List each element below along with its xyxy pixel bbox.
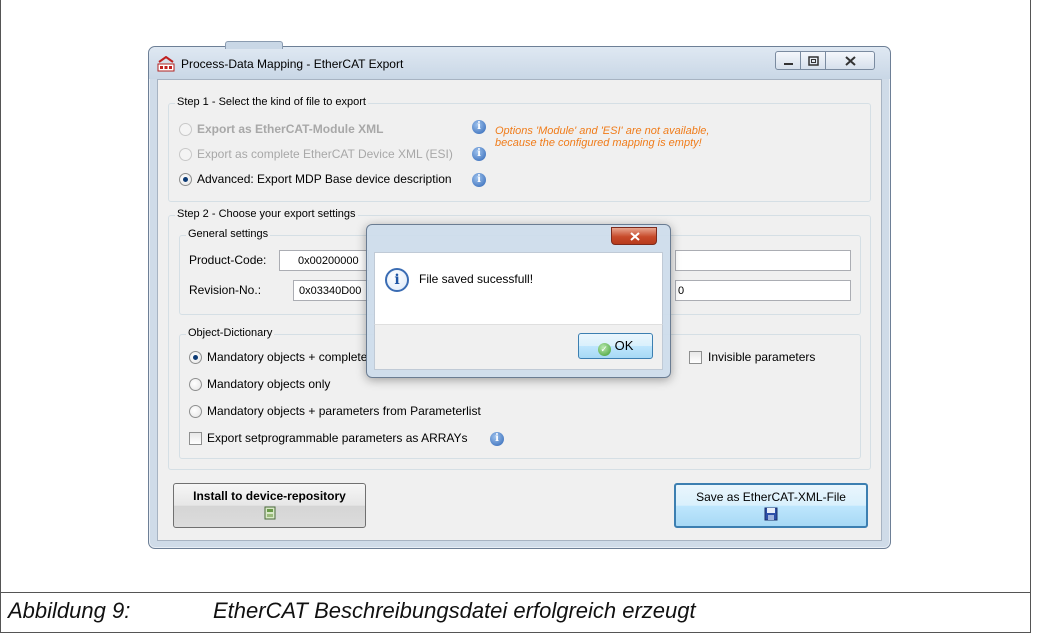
info-icon-arrays[interactable]: i [490, 432, 504, 446]
revision-field[interactable]: 0x03340D00 [293, 280, 369, 301]
caption-label: Abbildung 9: [8, 598, 131, 623]
step1-group: Step 1 - Select the kind of file to expo… [168, 96, 871, 202]
warning-text-line1: Options 'Module' and 'ESI' are not avail… [495, 125, 710, 137]
information-icon: i [385, 268, 409, 292]
save-xml-button-label: Save as EtherCAT-XML-File [696, 490, 846, 504]
floppy-disk-icon [764, 507, 778, 521]
dialog-body: i File saved sucessfull! [374, 252, 663, 324]
warning-text-line2: because the configured mapping is empty! [495, 137, 702, 149]
product-name-field[interactable] [675, 250, 851, 271]
radio-module-xml[interactable] [179, 123, 192, 136]
revision-extra-field[interactable]: 0 [675, 280, 851, 301]
save-xml-button[interactable]: Save as EtherCAT-XML-File [674, 483, 868, 528]
maximize-icon [808, 56, 819, 66]
figure-caption: Abbildung 9: EtherCAT Beschreibungsdatei … [8, 598, 696, 624]
caption-text: EtherCAT Beschreibungsdatei erfolgreich … [213, 598, 696, 623]
install-button[interactable]: Install to device-repository [173, 483, 366, 528]
ok-button[interactable]: ✓ OK [578, 333, 653, 359]
invisible-parameters-label: Invisible parameters [708, 350, 816, 364]
info-icon-device[interactable]: i [472, 147, 486, 161]
option-mandatory-complete-label: Mandatory objects + complete [207, 350, 368, 364]
export-arrays-checkbox[interactable] [189, 432, 202, 445]
info-icon-module[interactable]: i [472, 120, 486, 134]
window-title: Process-Data Mapping - EtherCAT Export [181, 57, 404, 71]
invisible-parameters-checkbox[interactable] [689, 351, 702, 364]
maximize-button[interactable] [800, 51, 826, 70]
object-dictionary-label: Object-Dictionary [186, 327, 275, 339]
revision-label: Revision-No.: [189, 283, 262, 297]
install-button-label: Install to device-repository [193, 489, 346, 503]
radio-mandatory-complete[interactable] [189, 351, 202, 364]
option-module-xml-label: Export as EtherCAT-Module XML [197, 122, 384, 136]
radio-mandatory-only[interactable] [189, 378, 202, 391]
product-code-label: Product-Code: [189, 253, 267, 267]
app-icon [157, 56, 175, 72]
close-button[interactable] [825, 51, 875, 70]
radio-device-xml[interactable] [179, 148, 192, 161]
ok-button-label: OK [614, 338, 634, 353]
option-device-xml-label: Export as complete EtherCAT Device XML (… [197, 147, 453, 161]
window-tab [225, 41, 283, 49]
radio-mandatory-parameters[interactable] [189, 405, 202, 418]
option-mandatory-parameters-label: Mandatory objects + parameters from Para… [207, 404, 481, 418]
close-icon [845, 56, 856, 66]
general-settings-label: General settings [186, 228, 271, 240]
step1-label: Step 1 - Select the kind of file to expo… [175, 96, 368, 108]
option-mandatory-only-label: Mandatory objects only [207, 377, 331, 391]
message-dialog: i File saved sucessfull! ✓ OK [366, 224, 671, 378]
close-icon [630, 232, 640, 241]
export-arrays-label: Export setprogrammable parameters as ARR… [207, 431, 468, 445]
product-code-field[interactable]: 0x00200000 [279, 250, 369, 271]
repository-icon [264, 506, 275, 520]
dialog-close-button[interactable] [611, 227, 657, 245]
dialog-message: File saved sucessfull! [419, 272, 534, 286]
title-bar[interactable]: Process-Data Mapping - EtherCAT Export [149, 41, 890, 79]
minimize-icon [784, 63, 793, 65]
dialog-footer: ✓ OK [374, 324, 663, 370]
info-icon-mdp[interactable]: i [472, 173, 486, 187]
step2-label: Step 2 - Choose your export settings [175, 208, 358, 220]
minimize-button[interactable] [775, 51, 801, 70]
checkmark-icon: ✓ [597, 343, 611, 356]
radio-mdp-base[interactable] [179, 173, 192, 186]
option-mdp-base-label: Advanced: Export MDP Base device descrip… [197, 172, 452, 186]
caption-separator [0, 592, 1031, 593]
